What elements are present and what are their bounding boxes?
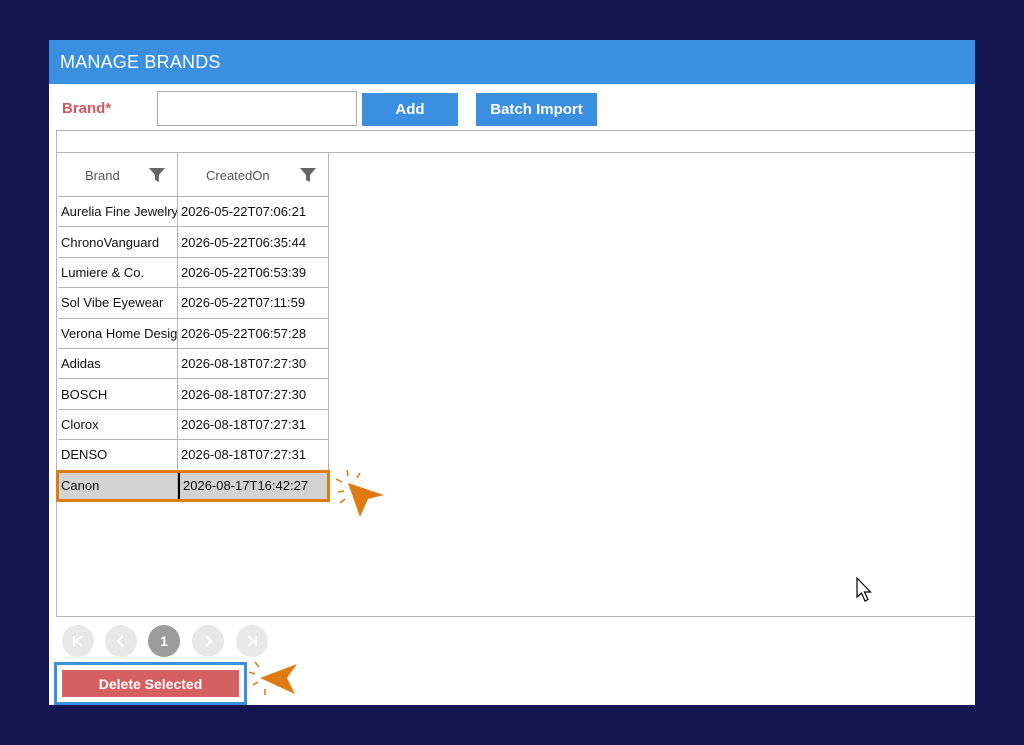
brand-cell[interactable]: Canon xyxy=(58,470,178,501)
table-row[interactable]: Aurelia Fine Jewelry 2026-05-22T07:06:21 xyxy=(58,197,329,228)
window-title: MANAGE BRANDS xyxy=(60,52,221,72)
column-header-label: Brand xyxy=(85,168,120,183)
brand-input[interactable] xyxy=(157,91,357,126)
filter-icon[interactable] xyxy=(299,166,317,184)
page-number-button[interactable]: 1 xyxy=(148,625,180,657)
createdon-cell[interactable]: 2026-05-22T06:57:28 xyxy=(178,318,329,349)
createdon-cell[interactable]: 2026-05-22T06:35:44 xyxy=(178,227,329,258)
first-page-icon xyxy=(73,635,83,647)
batch-import-button[interactable]: Batch Import xyxy=(476,93,597,126)
createdon-cell[interactable]: 2026-08-17T16:42:27 xyxy=(178,470,329,501)
chevron-right-icon xyxy=(205,635,213,647)
brand-cell[interactable]: Lumiere & Co. xyxy=(58,257,178,289)
table-row[interactable]: Verona Home Design 2026-05-22T06:57:28 xyxy=(58,318,329,349)
column-header-createdon[interactable]: CreatedOn xyxy=(178,153,329,197)
createdon-cell[interactable]: 2026-08-18T07:27:30 xyxy=(178,379,329,410)
createdon-cell[interactable]: 2026-05-22T06:53:39 xyxy=(178,257,329,289)
filter-icon[interactable] xyxy=(148,166,166,184)
table-row[interactable]: BOSCH 2026-08-18T07:27:30 xyxy=(58,379,329,410)
brand-cell[interactable]: ChronoVanguard xyxy=(58,227,178,258)
mouse-cursor-icon xyxy=(856,577,872,602)
table-row-selected[interactable]: Canon 2026-08-17T16:42:27 xyxy=(58,470,329,501)
createdon-cell[interactable]: 2026-08-18T07:27:30 xyxy=(178,349,329,380)
title-bar: MANAGE BRANDS xyxy=(49,40,975,84)
brand-cell[interactable]: DENSO xyxy=(58,440,178,471)
table-row[interactable]: Clorox 2026-08-18T07:27:31 xyxy=(58,409,329,441)
next-page-button[interactable] xyxy=(192,625,224,657)
table-row[interactable]: DENSO 2026-08-18T07:27:31 xyxy=(58,440,329,471)
brand-field-label: Brand* xyxy=(62,100,112,117)
createdon-cell[interactable]: 2026-05-22T07:11:59 xyxy=(178,288,329,319)
brand-cell[interactable]: Aurelia Fine Jewelry xyxy=(58,197,178,228)
column-header-brand[interactable]: Brand xyxy=(58,153,178,197)
createdon-cell[interactable]: 2026-05-22T07:06:21 xyxy=(178,197,329,228)
table-row[interactable]: ChronoVanguard 2026-05-22T06:35:44 xyxy=(58,227,329,258)
chevron-left-icon xyxy=(116,635,124,647)
table-row[interactable]: Adidas 2026-08-18T07:27:30 xyxy=(58,349,329,380)
delete-selected-button[interactable]: Delete Selected xyxy=(62,670,239,697)
brand-cell[interactable]: Adidas xyxy=(58,349,178,380)
first-page-button[interactable] xyxy=(62,625,94,657)
table-row[interactable]: Sol Vibe Eyewear 2026-05-22T07:11:59 xyxy=(58,288,329,319)
brands-grid: Brand CreatedOn Aurelia Fine Jewelry 202… xyxy=(56,130,975,617)
brand-cell[interactable]: Sol Vibe Eyewear xyxy=(58,288,178,319)
brand-cell[interactable]: Verona Home Design xyxy=(58,318,178,349)
prev-page-button[interactable] xyxy=(105,625,137,657)
column-header-label: CreatedOn xyxy=(206,168,270,183)
brand-cell[interactable]: BOSCH xyxy=(58,379,178,410)
add-button[interactable]: Add xyxy=(362,93,458,126)
manage-brands-window: MANAGE BRANDS Brand* Add Batch Import Br… xyxy=(49,40,975,705)
createdon-cell[interactable]: 2026-08-18T07:27:31 xyxy=(178,440,329,471)
createdon-cell[interactable]: 2026-08-18T07:27:31 xyxy=(178,409,329,441)
table-row[interactable]: Lumiere & Co. 2026-05-22T06:53:39 xyxy=(58,257,329,289)
brand-cell[interactable]: Clorox xyxy=(58,409,178,441)
last-page-icon xyxy=(247,635,257,647)
last-page-button[interactable] xyxy=(236,625,268,657)
